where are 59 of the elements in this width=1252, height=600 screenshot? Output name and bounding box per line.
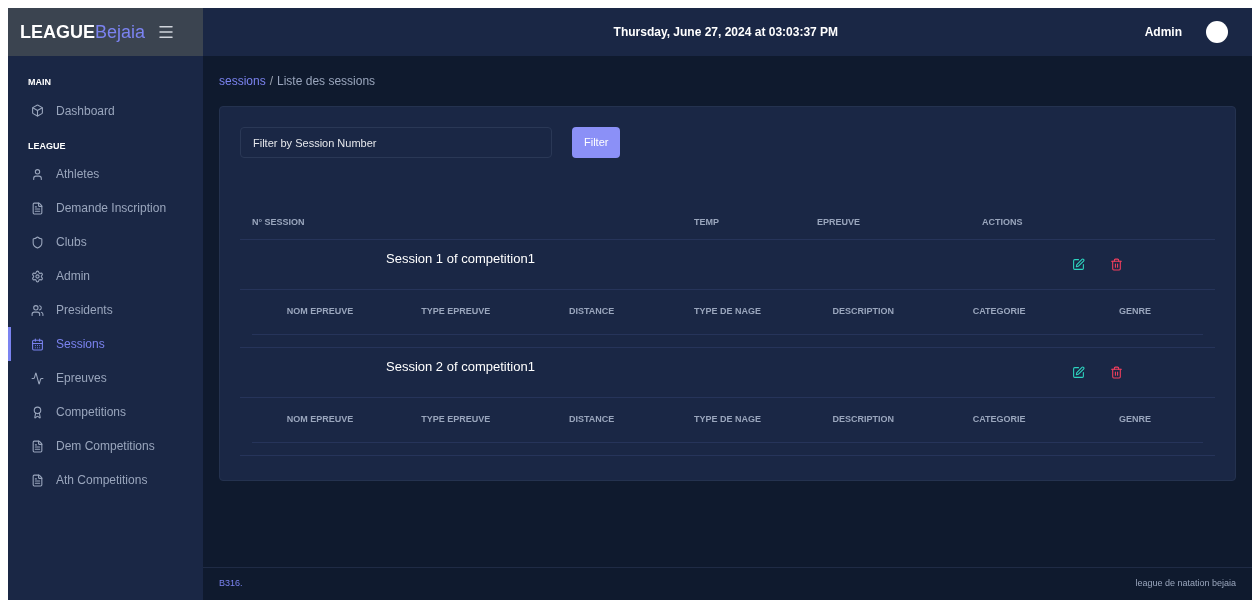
trash-icon[interactable] bbox=[1110, 258, 1123, 271]
section-heading: MAIN bbox=[27, 76, 52, 89]
sidebar-item[interactable]: Competitions bbox=[8, 395, 203, 429]
column-header: DESCRIPTION bbox=[831, 305, 896, 319]
document-icon bbox=[31, 201, 44, 215]
logo: LEAGUEBejaia bbox=[20, 20, 146, 44]
column-header: TYPE EPREUVE bbox=[420, 305, 492, 319]
award-icon bbox=[31, 405, 44, 419]
sidebar-item[interactable]: Clubs bbox=[8, 225, 203, 259]
users-icon bbox=[31, 303, 44, 317]
footer-text: league de natation bejaia bbox=[1135, 577, 1236, 591]
column-header: CATEGORIE bbox=[971, 413, 1027, 427]
column-header: DISTANCE bbox=[567, 305, 616, 319]
sidebar-item[interactable]: Presidents bbox=[8, 293, 203, 327]
filter-field[interactable]: Filter by Session Number bbox=[240, 127, 552, 158]
edit-icon[interactable] bbox=[1072, 258, 1085, 271]
footer-code: B316. bbox=[219, 577, 243, 591]
column-header: TYPE DE NAGE bbox=[693, 413, 762, 427]
settings-icon bbox=[31, 269, 44, 283]
date-time: Thursday, June 27, 2024 at 03:03:37 PM bbox=[612, 24, 840, 41]
sidebar-item[interactable]: Athletes bbox=[8, 157, 203, 191]
breadcrumb-link[interactable]: sessions bbox=[219, 72, 266, 90]
sidebar-item[interactable]: Sessions bbox=[8, 327, 203, 361]
shield-icon bbox=[31, 235, 44, 249]
document-icon bbox=[31, 439, 44, 453]
column-header: GENRE bbox=[1118, 305, 1153, 319]
column-header: TEMP bbox=[694, 215, 720, 229]
column-header: ACTIONS bbox=[982, 215, 1024, 229]
trash-icon[interactable] bbox=[1110, 366, 1123, 379]
session-name: Session 2 of competition1 bbox=[385, 357, 536, 376]
column-header: TYPE EPREUVE bbox=[420, 413, 492, 427]
cube-icon bbox=[31, 104, 44, 117]
column-header: N° SESSION bbox=[252, 215, 306, 229]
column-header: DISTANCE bbox=[567, 413, 616, 427]
avatar[interactable] bbox=[1206, 21, 1228, 43]
user-name: Admin bbox=[1144, 24, 1182, 41]
column-header: DESCRIPTION bbox=[831, 413, 896, 427]
sidebar-item[interactable]: Epreuves bbox=[8, 361, 203, 395]
sidebar-item[interactable]: Ath Competitions bbox=[8, 463, 203, 497]
user-icon bbox=[31, 167, 44, 181]
column-header: CATEGORIE bbox=[971, 305, 1027, 319]
pulse-icon bbox=[31, 371, 44, 385]
sidebar-item[interactable]: Demande Inscription bbox=[8, 191, 203, 225]
column-header: NOM EPREUVE bbox=[285, 305, 355, 319]
sidebar-item[interactable]: Admin bbox=[8, 259, 203, 293]
document-icon bbox=[31, 473, 44, 487]
menu-icon[interactable] bbox=[157, 23, 176, 41]
column-header: NOM EPREUVE bbox=[285, 413, 355, 427]
edit-icon[interactable] bbox=[1072, 366, 1085, 379]
breadcrumb-current: Liste des sessions bbox=[277, 73, 376, 90]
section-heading: LEAGUE bbox=[27, 139, 67, 153]
column-header: TYPE DE NAGE bbox=[693, 305, 762, 319]
column-header: EPREUVE bbox=[817, 215, 861, 229]
session-name: Session 1 of competition1 bbox=[385, 249, 536, 268]
column-header: GENRE bbox=[1118, 413, 1153, 427]
sidebar-item[interactable]: Dem Competitions bbox=[8, 429, 203, 463]
breadcrumb-separator: / bbox=[269, 73, 274, 90]
sidebar-item[interactable]: Dashboard bbox=[8, 93, 203, 128]
calendar-icon bbox=[31, 337, 44, 351]
